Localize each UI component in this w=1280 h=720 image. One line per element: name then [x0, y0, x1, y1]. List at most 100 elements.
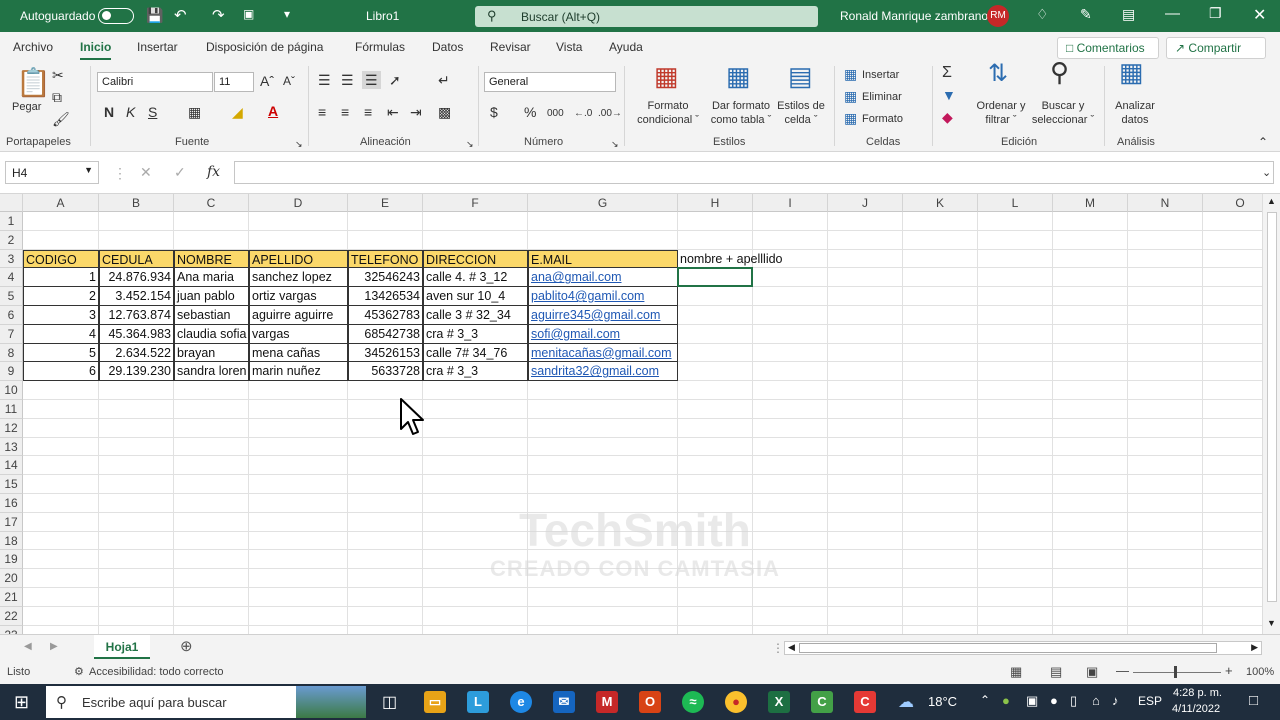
- insert-function-icon[interactable]: fx: [207, 164, 220, 180]
- font-name-select[interactable]: Calibri: [97, 72, 213, 92]
- row-header-13[interactable]: 13: [0, 437, 23, 457]
- sort-filter-icon[interactable]: ⇅: [988, 62, 1008, 86]
- cancel-icon[interactable]: ✕: [140, 164, 152, 180]
- column-header-d[interactable]: D: [249, 194, 348, 212]
- volume-icon[interactable]: ♪: [1112, 693, 1119, 708]
- table-cell[interactable]: 12.763.874: [99, 306, 174, 325]
- column-header-h[interactable]: H: [678, 194, 753, 212]
- decrease-decimal-icon[interactable]: .00→: [598, 106, 622, 122]
- cut-icon[interactable]: ✂: [52, 67, 64, 83]
- search-box[interactable]: ⚲ Buscar (Alt+Q): [475, 6, 818, 27]
- table-cell[interactable]: 34526153: [348, 343, 423, 363]
- header-cell[interactable]: TELEFONO: [348, 249, 423, 269]
- zoom-slider[interactable]: [1133, 672, 1221, 673]
- camera-icon[interactable]: ▣: [1026, 693, 1038, 709]
- worksheet-grid[interactable]: ABCDEFGHIJKLMNO 1 2 3 4 5 6 7 8 9 10 11 12 13 14 15 16 1…: [0, 194, 1262, 634]
- diamond-icon[interactable]: ♢: [1036, 6, 1049, 23]
- row-header-16[interactable]: 16: [0, 494, 23, 513]
- header-cell[interactable]: APELLIDO: [249, 249, 348, 269]
- windows-start-icon[interactable]: ⊞: [14, 692, 29, 713]
- row-header-15[interactable]: 15: [0, 475, 23, 494]
- tab-datos[interactable]: Datos: [432, 40, 463, 54]
- column-header-n[interactable]: N: [1128, 194, 1203, 212]
- insert-cells-icon[interactable]: ▦: [844, 66, 857, 82]
- cell-styles-label[interactable]: Estilos de celda ˇ: [776, 99, 826, 127]
- scroll-thumb[interactable]: [1267, 212, 1277, 602]
- row-header-6[interactable]: 6: [0, 306, 23, 325]
- bold-button[interactable]: N: [104, 104, 114, 120]
- chevron-down-icon[interactable]: ▼: [84, 165, 93, 175]
- accessibility-icon[interactable]: ⚙: [74, 665, 84, 678]
- header-cell[interactable]: E.MAIL: [528, 249, 678, 269]
- comments-button[interactable]: □ Comentarios: [1057, 37, 1159, 59]
- align-top-icon[interactable]: ☰: [318, 72, 331, 88]
- row-header-17[interactable]: 17: [0, 512, 23, 532]
- number-format-select[interactable]: General: [484, 72, 616, 92]
- row-header-4[interactable]: 4: [0, 268, 23, 288]
- insert-cells-button[interactable]: Insertar: [862, 68, 899, 82]
- row-header-12[interactable]: 12: [0, 418, 23, 438]
- column-header-e[interactable]: E: [348, 194, 423, 212]
- file-explorer-icon[interactable]: ▭: [424, 691, 446, 713]
- table-cell[interactable]: ana@gmail.com: [528, 268, 678, 288]
- row-header-23[interactable]: 23: [0, 625, 23, 634]
- microphone-icon[interactable]: ●: [1050, 693, 1058, 708]
- formula-input[interactable]: [234, 161, 1274, 184]
- office-icon[interactable]: O: [639, 691, 661, 713]
- table-cell[interactable]: brayan: [174, 343, 249, 363]
- table-cell[interactable]: sandrita32@gmail.com: [528, 362, 678, 382]
- notifications-icon[interactable]: □: [1249, 692, 1258, 709]
- table-cell[interactable]: aven sur 10_4: [423, 287, 528, 306]
- table-cell[interactable]: sanchez lopez: [249, 268, 348, 288]
- tab-revisar[interactable]: Revisar: [490, 40, 531, 54]
- format-table-label[interactable]: Dar formato como tabla ˇ: [706, 99, 776, 127]
- align-left-icon[interactable]: ≡: [318, 104, 326, 120]
- tab-disposicion[interactable]: Disposición de página: [206, 40, 323, 54]
- table-cell[interactable]: 5633728: [348, 362, 423, 382]
- scroll-left-icon[interactable]: ◀: [788, 642, 795, 653]
- active-cell-h4[interactable]: [677, 267, 753, 288]
- column-header-g[interactable]: G: [528, 194, 678, 212]
- table-cell[interactable]: cra # 3_3: [423, 362, 528, 382]
- add-sheet-icon[interactable]: ⊕: [180, 639, 193, 655]
- autosave-toggle[interactable]: [98, 8, 134, 24]
- wifi-icon[interactable]: ⌂: [1092, 693, 1100, 708]
- zoom-slider-thumb[interactable]: [1174, 666, 1177, 678]
- row-header-5[interactable]: 5: [0, 287, 23, 306]
- conditional-format-icon[interactable]: ▦: [654, 63, 679, 89]
- table-cell[interactable]: sebastian: [174, 306, 249, 325]
- camtasia-recorder-icon[interactable]: C: [811, 691, 833, 713]
- tab-archivo[interactable]: Archivo: [13, 40, 53, 54]
- share-button[interactable]: ↗ Compartir: [1166, 37, 1266, 59]
- column-header-k[interactable]: K: [903, 194, 978, 212]
- column-header-a[interactable]: A: [23, 194, 99, 212]
- row-header-2[interactable]: 2: [0, 230, 23, 250]
- table-cell[interactable]: aguirre aguirre: [249, 306, 348, 325]
- row-header-7[interactable]: 7: [0, 324, 23, 344]
- header-cell[interactable]: NOMBRE: [174, 249, 249, 269]
- column-header-c[interactable]: C: [174, 194, 249, 212]
- column-header-j[interactable]: J: [828, 194, 903, 212]
- table-cell[interactable]: pablito4@gamil.com: [528, 287, 678, 306]
- row-header-20[interactable]: 20: [0, 569, 23, 588]
- table-cell[interactable]: calle 7# 34_76: [423, 343, 528, 363]
- table-cell[interactable]: 3: [23, 306, 99, 325]
- table-cell[interactable]: cra # 3_3: [423, 324, 528, 344]
- row-header-3[interactable]: 3: [0, 249, 23, 269]
- orientation-icon[interactable]: ➚: [389, 72, 401, 88]
- fill-icon[interactable]: ▼: [942, 87, 956, 103]
- taskbar-search[interactable]: ⚲ Escribe aquí para buscar: [46, 686, 366, 718]
- table-cell[interactable]: 3.452.154: [99, 287, 174, 306]
- lync-app-icon[interactable]: L: [467, 691, 489, 713]
- tray-chevron-icon[interactable]: ⌃: [980, 693, 990, 707]
- table-cell[interactable]: calle 3 # 32_34: [423, 306, 528, 325]
- name-box[interactable]: H4 ▼: [5, 161, 99, 184]
- table-cell[interactable]: claudia sofia: [174, 324, 249, 344]
- italic-button[interactable]: K: [126, 104, 135, 120]
- percent-icon[interactable]: %: [524, 104, 536, 120]
- table-cell[interactable]: 29.139.230: [99, 362, 174, 382]
- sort-filter-label[interactable]: Ordenar y filtrar ˇ: [970, 99, 1032, 127]
- page-break-icon[interactable]: ▣: [1086, 664, 1098, 680]
- pen-icon[interactable]: ✎: [1080, 6, 1092, 23]
- format-cells-button[interactable]: Formato: [862, 112, 903, 126]
